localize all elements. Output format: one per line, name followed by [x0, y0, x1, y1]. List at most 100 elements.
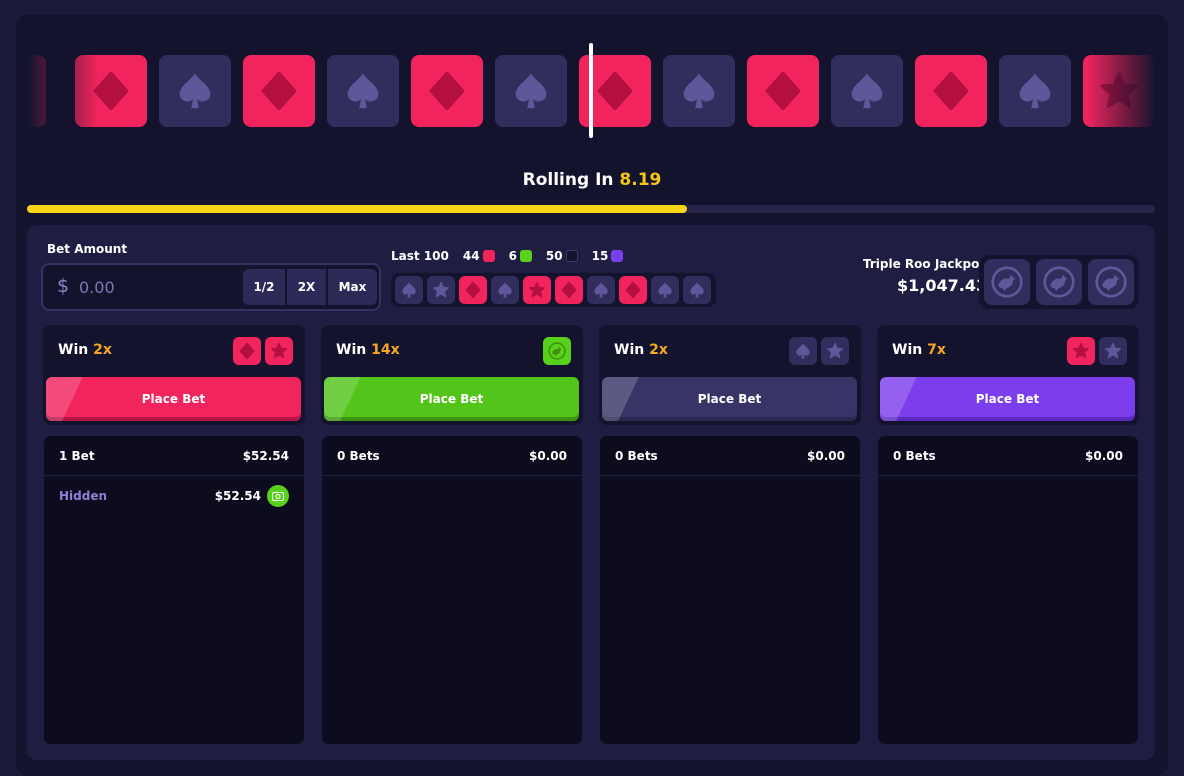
win-multiplier: Win 14x — [336, 342, 400, 358]
countdown-progress-fill — [27, 205, 687, 213]
countdown-progress-bar — [27, 205, 1155, 213]
cash-icon — [267, 485, 289, 507]
count-value: 50 — [545, 249, 563, 263]
history-diamond-icon — [619, 276, 647, 304]
count-green: 6 — [509, 249, 532, 263]
place-bet-label: Place Bet — [975, 392, 1040, 406]
history-star-icon — [523, 276, 551, 304]
bets-list: 0 Bets $0.00 — [599, 435, 861, 745]
bets-summary: 0 Bets $0.00 — [878, 436, 1138, 476]
count-value: 15 — [591, 249, 609, 263]
count-swatch — [519, 250, 532, 262]
column-symbols — [543, 337, 571, 365]
rolling-label: Rolling In — [522, 170, 614, 190]
jackpot-label: Triple Roo Jackpot — [863, 257, 986, 271]
history-star-icon — [427, 276, 455, 304]
bet-column-header: Win 7x Place Bet — [877, 325, 1139, 425]
place-bet-button[interactable]: Place Bet — [880, 377, 1135, 421]
bets-list: 1 Bet $52.54 Hidden $52.54 — [43, 435, 305, 745]
count-purple: 15 — [592, 249, 624, 263]
reel-tile-diamond — [411, 55, 483, 127]
reel-tile-spade — [999, 55, 1071, 127]
bet-amount-label: Bet Amount — [47, 242, 128, 256]
player-bet-amount: $52.54 — [214, 489, 261, 503]
star-icon — [1099, 337, 1127, 365]
roo-icon — [543, 337, 571, 365]
win-multiplier: Win 2x — [614, 342, 668, 358]
history-diamond-icon — [459, 276, 487, 304]
win-label: Win — [892, 342, 923, 358]
history-spade-icon — [587, 276, 615, 304]
history-spade-icon — [651, 276, 679, 304]
place-bet-label: Place Bet — [419, 392, 484, 406]
bets-summary: 0 Bets $0.00 — [600, 436, 860, 476]
currency-symbol: $ — [57, 275, 70, 297]
place-bet-label: Place Bet — [697, 392, 762, 406]
place-bet-button[interactable]: Place Bet — [324, 377, 579, 421]
diamond-icon — [233, 337, 261, 365]
history-spade-icon — [395, 276, 423, 304]
bet-amount-box: $ 1/2 2X Max — [41, 263, 381, 311]
count-swatch — [565, 250, 578, 262]
reel-tile-spade — [159, 55, 231, 127]
bet-column-header: Win 2x Place Bet — [43, 325, 305, 425]
bet-amount-input[interactable] — [79, 273, 229, 301]
bets-summary: 0 Bets $0.00 — [322, 436, 582, 476]
column-symbols — [233, 337, 293, 365]
bet-count: 0 Bets — [893, 448, 936, 463]
count-value: 6 — [508, 249, 517, 263]
count-swatch — [611, 250, 624, 262]
bets-summary: 1 Bet $52.54 — [44, 436, 304, 476]
jackpot-roo-icon — [1088, 259, 1134, 305]
reel-tile-diamond — [747, 55, 819, 127]
win-label: Win — [614, 342, 645, 358]
history-diamond-icon — [555, 276, 583, 304]
jackpot-slots — [979, 255, 1139, 309]
rolling-timer: Rolling In 8.19 — [16, 170, 1168, 190]
bet-total: $0.00 — [529, 448, 567, 463]
recent-results-strip — [391, 273, 716, 307]
multiplier-value: 2x — [649, 342, 668, 358]
multiplier-value: 2x — [93, 342, 112, 358]
betting-panel: Bet Amount $ 1/2 2X Max Last 100 44 6 50 15… — [27, 225, 1155, 760]
spade-icon — [789, 337, 817, 365]
win-multiplier: Win 7x — [892, 342, 946, 358]
history-spade-icon — [491, 276, 519, 304]
column-symbols — [789, 337, 849, 365]
place-bet-button[interactable]: Place Bet — [602, 377, 857, 421]
bet-column-grey: Win 2x Place Bet 0 Bets $0.00 — [599, 325, 861, 745]
bet-total: $0.00 — [807, 448, 845, 463]
bets-list: 0 Bets $0.00 — [321, 435, 583, 745]
column-symbols — [1067, 337, 1127, 365]
history-spade-icon — [683, 276, 711, 304]
bet-column-header: Win 2x Place Bet — [599, 325, 861, 425]
player-name: Hidden — [59, 489, 108, 503]
win-label: Win — [336, 342, 367, 358]
bets-list: 0 Bets $0.00 — [877, 435, 1139, 745]
double-bet-button[interactable]: 2X — [287, 269, 326, 305]
reel-tile-spade — [327, 55, 399, 127]
win-label: Win — [58, 342, 89, 358]
rolling-countdown: 8.19 — [619, 170, 662, 190]
bet-column-purple: Win 7x Place Bet 0 Bets $0.00 — [877, 325, 1139, 745]
bet-column-header: Win 14x Place Bet — [321, 325, 583, 425]
win-multiplier: Win 2x — [58, 342, 112, 358]
bet-column-red: Win 2x Place Bet 1 Bet $52.54 Hidden $52… — [43, 325, 305, 745]
multiplier-value: 7x — [927, 342, 946, 358]
jackpot-roo-icon — [1036, 259, 1082, 305]
multiplier-value: 14x — [371, 342, 400, 358]
player-row: Hidden $52.54 — [44, 476, 304, 516]
reel-fade-right — [1086, 55, 1156, 127]
star-icon — [1067, 337, 1095, 365]
star-icon — [265, 337, 293, 365]
half-bet-button[interactable]: 1/2 — [243, 269, 285, 305]
reel-tile-spade — [663, 55, 735, 127]
reel-tile-diamond — [243, 55, 315, 127]
reel-tile-spade — [495, 55, 567, 127]
place-bet-button[interactable]: Place Bet — [46, 377, 301, 421]
jackpot-amount: $1,047.43 — [897, 276, 988, 295]
max-bet-button[interactable]: Max — [328, 269, 377, 305]
bet-total: $0.00 — [1085, 448, 1123, 463]
jackpot-roo-icon — [984, 259, 1030, 305]
place-bet-label: Place Bet — [141, 392, 206, 406]
